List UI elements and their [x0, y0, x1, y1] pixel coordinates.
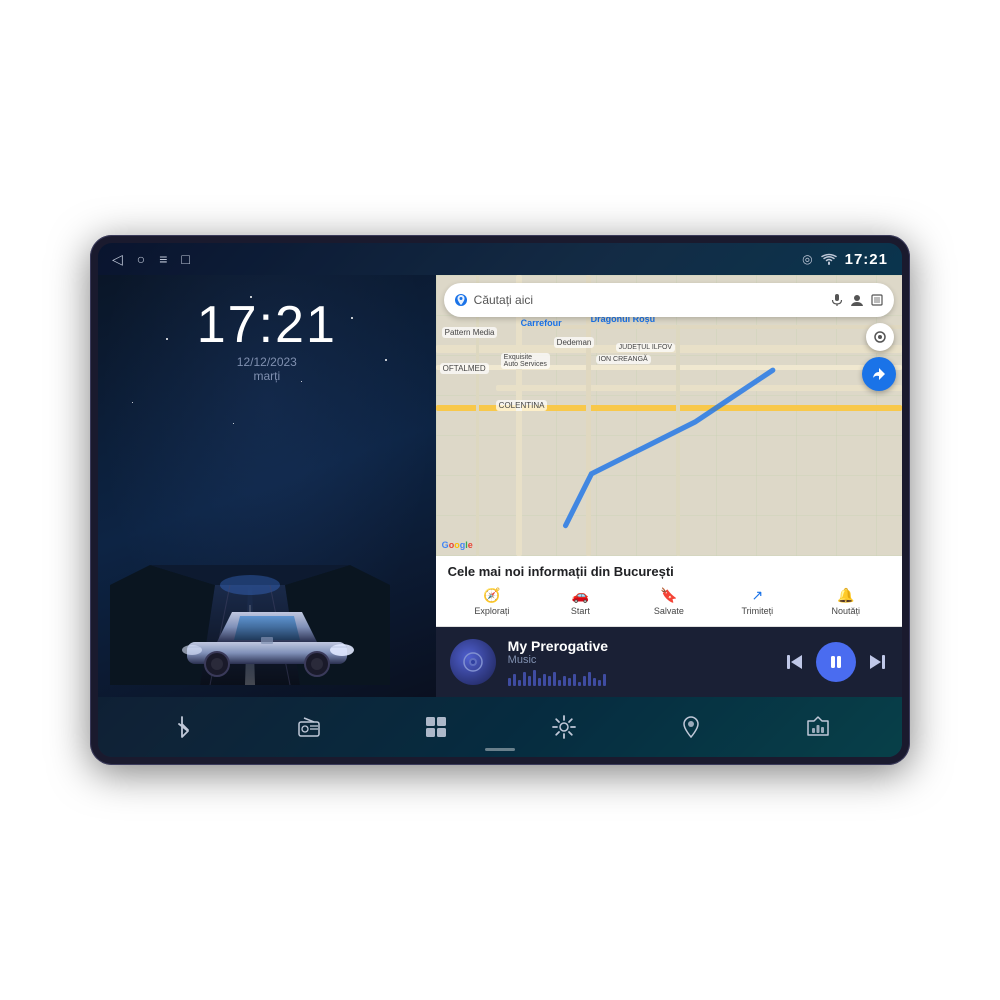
nav-item-apps[interactable]	[423, 714, 449, 740]
nav-home-icon[interactable]: ○	[137, 251, 145, 267]
clock-section: 17:21 12/12/2023 marți	[110, 287, 424, 383]
status-indicators: ◎ 17:21	[802, 251, 888, 268]
music-waveform	[508, 670, 772, 686]
music-controls	[784, 642, 888, 682]
google-logo: Google	[442, 540, 473, 550]
map-label-colentina: COLENTINA	[496, 400, 548, 411]
map-section[interactable]: Pattern Media Carrefour Dragonul Roșu De…	[436, 275, 902, 556]
map-search-bar[interactable]: Căutați aici	[444, 283, 894, 317]
music-prev-button[interactable]	[784, 651, 806, 673]
map-label-ion-creanga: ION CREANGĂ	[596, 355, 651, 364]
status-time: 17:21	[845, 251, 888, 268]
media-icon	[805, 714, 831, 740]
layers-icon[interactable]	[870, 293, 884, 307]
location-icon: ◎	[802, 252, 812, 266]
bluetooth-icon	[169, 714, 195, 740]
map-label-pattern: Pattern Media	[442, 327, 498, 338]
nav-item-media[interactable]	[805, 714, 831, 740]
nav-item-bluetooth[interactable]	[169, 714, 195, 740]
music-play-button[interactable]	[816, 642, 856, 682]
right-panel: Pattern Media Carrefour Dragonul Roșu De…	[436, 275, 902, 697]
map-label-oftalmed: OFTALMED	[440, 363, 489, 374]
wifi-icon	[821, 253, 837, 265]
clock-day: marți	[110, 369, 424, 383]
start-icon: 🚗	[572, 587, 589, 604]
explorați-label: Explorați	[474, 606, 509, 616]
maps-icon	[678, 714, 704, 740]
explorați-icon: 🧭	[483, 587, 500, 604]
car-svg	[172, 592, 362, 677]
left-panel: 17:21 12/12/2023 marți	[98, 275, 436, 697]
nav-item-settings[interactable]	[551, 714, 577, 740]
main-content: 17:21 12/12/2023 marți	[98, 275, 902, 697]
clock-time: 17:21	[110, 299, 424, 351]
map-label-judetul: JUDEȚUL ILFOV	[616, 343, 675, 352]
nav-item-radio[interactable]	[296, 714, 322, 740]
account-icon[interactable]	[850, 293, 864, 307]
bottom-nav	[98, 697, 902, 757]
trimiteti-icon: ↗	[751, 587, 763, 604]
nav-menu-icon[interactable]: ≡	[159, 251, 167, 267]
noutati-label: Noutăți	[832, 606, 861, 616]
radio-icon	[296, 714, 322, 740]
map-tab-trimiteti[interactable]: ↗ Trimiteți	[713, 585, 801, 618]
map-location-fab[interactable]	[866, 323, 894, 351]
nav-screenshot-icon[interactable]: □	[181, 251, 189, 267]
device-screen: ◁ ○ ≡ □ ◎ 17:21	[98, 243, 902, 757]
car-section	[110, 383, 424, 685]
map-tab-explorați[interactable]: 🧭 Explorați	[448, 585, 536, 618]
noutati-icon: 🔔	[837, 587, 854, 604]
nav-back-icon[interactable]: ◁	[112, 251, 123, 268]
map-info-title: Cele mai noi informații din București	[448, 564, 890, 579]
map-tab-noutati[interactable]: 🔔 Noutăți	[802, 585, 890, 618]
apps-icon	[423, 714, 449, 740]
music-title: My Prerogative	[508, 638, 772, 654]
salvate-label: Salvate	[654, 606, 684, 616]
map-tab-start[interactable]: 🚗 Start	[536, 585, 624, 618]
nav-item-maps[interactable]	[678, 714, 704, 740]
map-label-dedeman: Dedeman	[554, 337, 595, 348]
music-player: My Prerogative Music	[436, 627, 902, 697]
map-label-exquisite: ExquisiteAuto Services	[501, 353, 550, 369]
start-label: Start	[571, 606, 590, 616]
map-navigate-fab[interactable]	[862, 357, 896, 391]
status-bar: ◁ ○ ≡ □ ◎ 17:21	[98, 243, 902, 275]
settings-icon	[551, 714, 577, 740]
salvate-icon: 🔖	[660, 587, 677, 604]
map-search-action-icons	[830, 293, 884, 307]
map-tab-salvate[interactable]: 🔖 Salvate	[625, 585, 713, 618]
nav-buttons: ◁ ○ ≡ □	[112, 251, 190, 268]
music-next-button[interactable]	[866, 651, 888, 673]
map-roads	[436, 275, 902, 556]
clock-date: 12/12/2023	[110, 355, 424, 369]
microphone-icon[interactable]	[830, 293, 844, 307]
map-search-text: Căutați aici	[474, 293, 824, 307]
trimiteti-label: Trimiteți	[741, 606, 773, 616]
google-maps-logo-icon	[454, 293, 468, 307]
map-nav-tabs: 🧭 Explorați 🚗 Start 🔖 Salvate ↗	[448, 585, 890, 618]
map-label-carrefour: Carrefour	[518, 317, 565, 329]
map-info-bar: Cele mai noi informații din București 🧭 …	[436, 556, 902, 627]
music-info: My Prerogative Music	[508, 638, 772, 686]
device-frame: ◁ ○ ≡ □ ◎ 17:21	[90, 235, 910, 765]
music-subtitle: Music	[508, 654, 772, 666]
music-album-art	[450, 639, 496, 685]
